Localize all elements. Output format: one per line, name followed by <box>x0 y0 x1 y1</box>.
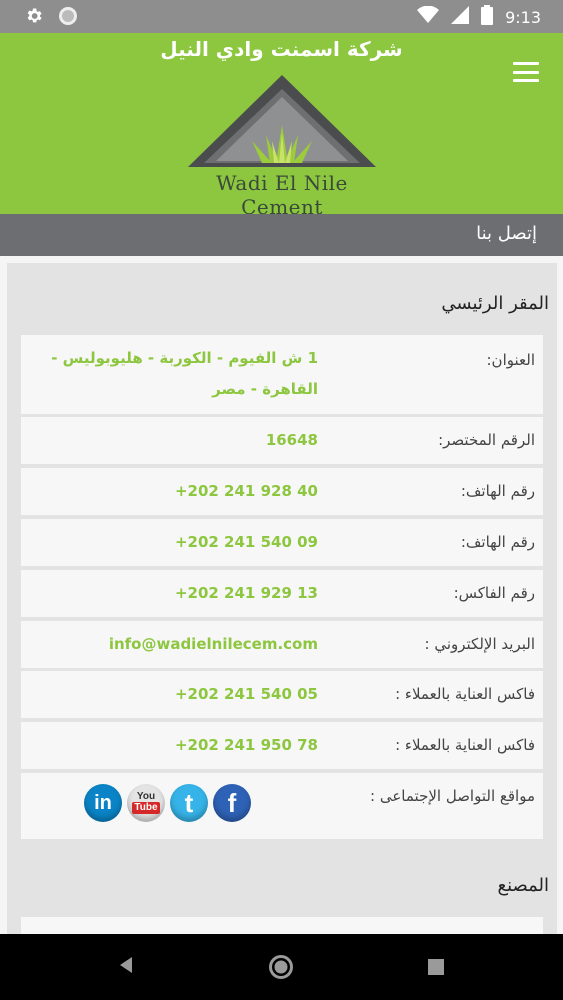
phone-value[interactable]: +202 241 928 40 <box>175 476 318 507</box>
customer-fax-value: +202 241 540 05 <box>174 685 318 703</box>
address-label: العنوان: <box>486 351 536 369</box>
home-icon[interactable] <box>268 954 294 984</box>
back-icon[interactable] <box>116 953 136 981</box>
phone-row: رقم الهاتف: +202 241 540 09 <box>21 519 543 566</box>
phone-label: رقم الهاتف: <box>460 533 535 551</box>
phone-row: رقم الهاتف: +202 241 928 40 <box>21 468 543 515</box>
factory-address-row <box>21 917 543 934</box>
wifi-icon <box>417 5 440 28</box>
phone-value[interactable]: +202 241 540 09 <box>175 527 318 558</box>
customer-fax-label: فاكس العناية بالعملاء : <box>395 736 535 754</box>
menu-icon[interactable] <box>513 62 539 82</box>
company-logo[interactable]: Wadi El Nile Cement <box>186 75 378 219</box>
customer-fax-label: فاكس العناية بالعملاء : <box>395 685 535 703</box>
app-header: شركة اسمنت وادي النيل Wadi El Nile Cemen… <box>0 33 563 219</box>
customer-fax-row: فاكس العناية بالعملاء : +202 241 540 05 <box>21 671 543 718</box>
page-title-bar: إتصل بنا <box>0 214 563 256</box>
address-value: 1 ش الفيوم - الكوربة - هليوبوليس - القاه… <box>51 349 318 398</box>
email-value[interactable]: info@wadielnilecem.com <box>109 629 318 660</box>
email-label: البريد الإلكتروني : <box>424 635 535 653</box>
fax-value: +202 241 929 13 <box>174 584 318 602</box>
fax-row: رقم الفاكس: +202 241 929 13 <box>21 570 543 617</box>
shortcode-value[interactable]: 16648 <box>266 425 318 456</box>
section-title-main-office: المقر الرئيسي <box>441 293 549 314</box>
system-nav-bar <box>0 934 563 1000</box>
customer-fax-value: +202 241 950 78 <box>174 736 318 754</box>
social-label: مواقع التواصل الإجتماعى : <box>370 787 535 805</box>
social-row: مواقع التواصل الإجتماعى : in You Tube t … <box>21 773 543 839</box>
clock: 9:13 <box>505 7 541 27</box>
section-title-factory: المصنع <box>497 875 549 896</box>
linkedin-icon[interactable]: in <box>84 784 122 822</box>
page-title: إتصل بنا <box>476 223 537 244</box>
youtube-word-you: You <box>136 791 156 802</box>
youtube-icon[interactable]: You Tube <box>127 784 165 822</box>
logo-text: Wadi El Nile Cement <box>216 171 348 219</box>
youtube-word-tube: Tube <box>132 802 160 814</box>
shortcode-label: الرقم المختصر: <box>438 431 535 449</box>
gear-icon <box>24 6 44 30</box>
status-bar: 9:13 <box>0 0 563 33</box>
app-title: شركة اسمنت وادي النيل <box>160 37 403 61</box>
signal-icon <box>451 6 470 28</box>
battery-icon <box>481 5 494 29</box>
circle-icon <box>58 6 78 30</box>
facebook-icon[interactable]: f <box>213 784 251 822</box>
contact-content: المقر الرئيسي العنوان: 1 ش الفيوم - الكو… <box>7 263 557 934</box>
fax-label: رقم الفاكس: <box>453 584 535 602</box>
shortcode-row: الرقم المختصر: 16648 <box>21 417 543 464</box>
address-row: العنوان: 1 ش الفيوم - الكوربة - هليوبولي… <box>21 335 543 414</box>
email-row: البريد الإلكتروني : info@wadielnilecem.c… <box>21 621 543 668</box>
twitter-icon[interactable]: t <box>170 784 208 822</box>
recents-icon[interactable] <box>428 959 444 979</box>
phone-label: رقم الهاتف: <box>460 482 535 500</box>
customer-fax-row: فاكس العناية بالعملاء : +202 241 950 78 <box>21 722 543 769</box>
social-links: in You Tube t f <box>84 784 251 822</box>
